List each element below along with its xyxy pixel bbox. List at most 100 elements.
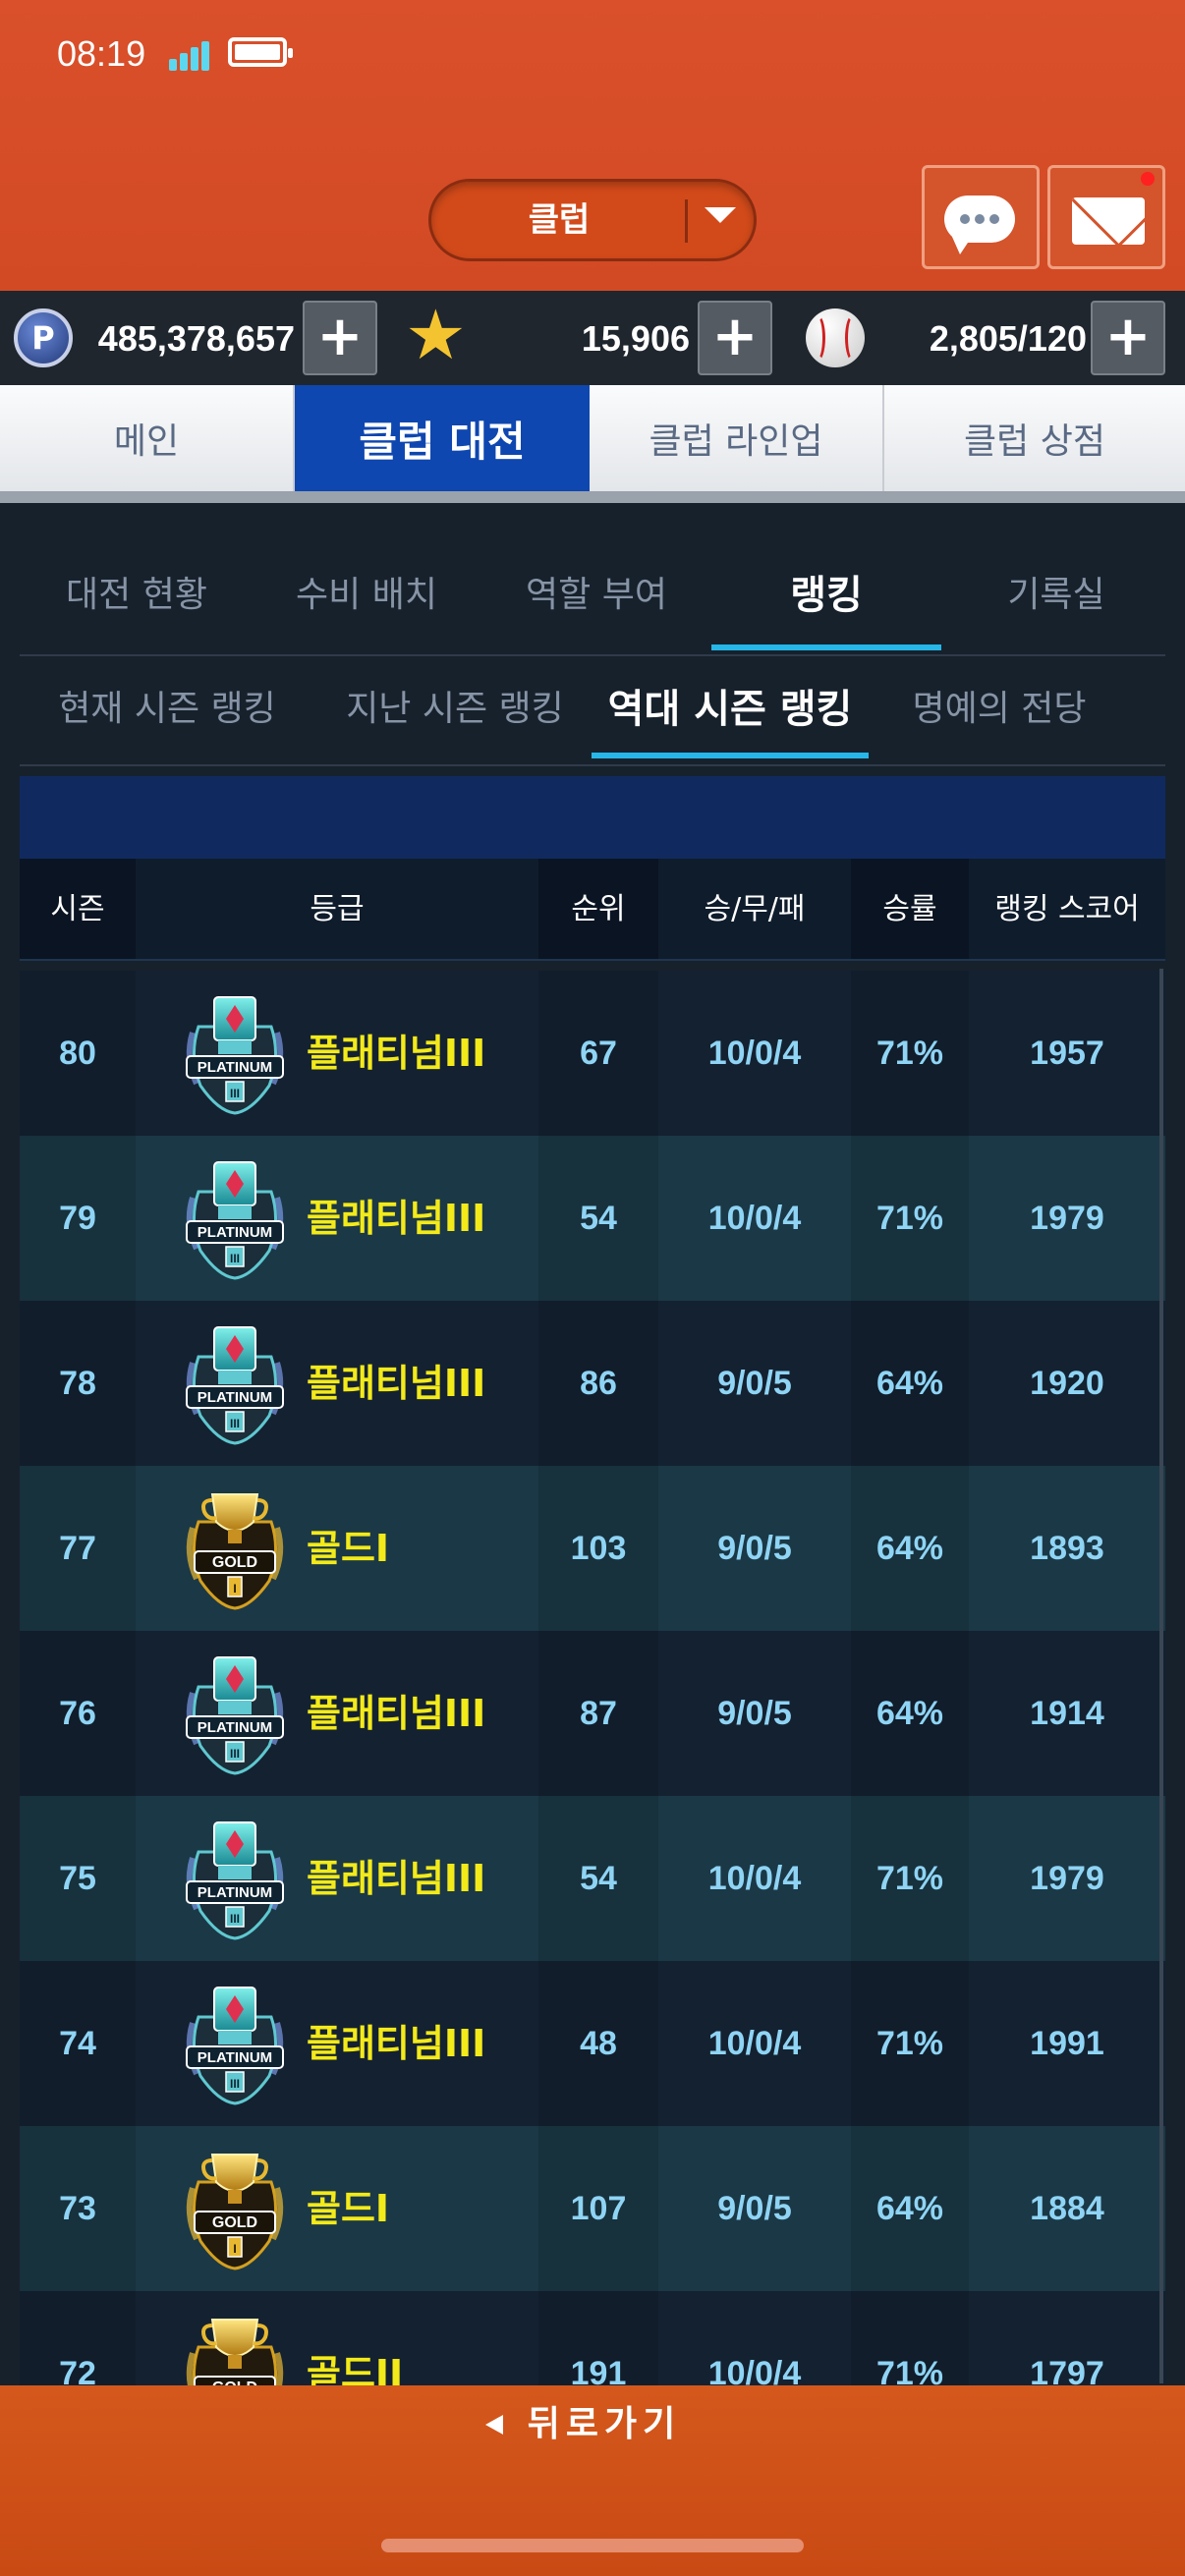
svg-text:I: I bbox=[233, 1582, 236, 1596]
grade-cell: 골드I bbox=[307, 1527, 390, 1570]
score-cell: 1920 bbox=[1030, 1365, 1104, 1402]
chat-icon bbox=[944, 196, 1015, 254]
table-row: 79 PLATINUM III 플래티넘III 54 10/0/4 71% 1979 bbox=[20, 1136, 1165, 1301]
chevron-down-icon bbox=[705, 207, 736, 223]
score-cell: 1884 bbox=[1030, 2190, 1104, 2227]
rankingtab-last[interactable]: 지난 시즌 랭킹 bbox=[324, 664, 586, 762]
svg-text:PLATINUM: PLATINUM bbox=[198, 1389, 272, 1406]
points-value: 485,378,657 bbox=[97, 318, 295, 359]
grade-cell: 플래티넘III bbox=[307, 1197, 486, 1240]
ranking-table: 80 PLATINUM III 플래티넘III 67 10/0/4 71% 1957 79 bbox=[0, 961, 1185, 2385]
rank-cell: 86 bbox=[580, 1365, 617, 1402]
th-score: 랭킹 스코어 bbox=[994, 892, 1140, 926]
grade-cell: 플래티넘III bbox=[307, 1032, 486, 1075]
rank-cell: 48 bbox=[580, 2025, 617, 2062]
star-icon: ★ bbox=[405, 295, 467, 375]
rank-cell: 67 bbox=[580, 1035, 617, 1072]
season-cell: 78 bbox=[59, 1365, 96, 1402]
svg-text:III: III bbox=[230, 2077, 240, 2091]
add-stars-button[interactable]: + bbox=[698, 301, 772, 375]
status-time: 08:19 bbox=[57, 33, 146, 74]
club-dropdown[interactable]: 클럽 bbox=[428, 179, 757, 261]
table-row: 75 PLATINUM III 플래티넘III 54 10/0/4 71% 1979 bbox=[20, 1796, 1165, 1961]
chat-button[interactable] bbox=[922, 165, 1040, 269]
score-cell: 1979 bbox=[1030, 1200, 1104, 1237]
subtab-ranking[interactable]: 랭킹 bbox=[711, 546, 941, 650]
th-win-rate: 승률 bbox=[851, 859, 969, 961]
platinum-badge-icon: PLATINUM III bbox=[179, 1813, 291, 1944]
tab-club-lineup[interactable]: 클럽 라인업 bbox=[590, 385, 884, 503]
svg-text:III: III bbox=[230, 1417, 240, 1430]
season-cell: 75 bbox=[59, 1860, 96, 1897]
svg-text:PLATINUM: PLATINUM bbox=[198, 1059, 272, 1076]
grade-cell: 골드I bbox=[307, 2187, 390, 2230]
record-cell: 9/0/5 bbox=[717, 1365, 792, 1402]
th-rank: 순위 bbox=[538, 859, 658, 961]
season-cell: 80 bbox=[59, 1035, 96, 1072]
grade-cell: 플래티넘III bbox=[307, 1692, 486, 1735]
table-row: 74 PLATINUM III 플래티넘III 48 10/0/4 71% 1991 bbox=[20, 1961, 1165, 2126]
svg-text:PLATINUM: PLATINUM bbox=[198, 1719, 272, 1736]
score-cell: 1914 bbox=[1030, 1695, 1104, 1732]
grade-cell: 플래티넘III bbox=[307, 1362, 486, 1405]
rankingtab-hall-of-fame[interactable]: 명예의 전당 bbox=[890, 664, 1108, 762]
add-points-button[interactable]: + bbox=[303, 301, 377, 375]
balls-value: 2,805/120 bbox=[929, 318, 1087, 359]
svg-text:III: III bbox=[230, 1252, 240, 1265]
subtab-defense[interactable]: 수비 배치 bbox=[252, 546, 481, 644]
subtab-battle-status[interactable]: 대전 현황 bbox=[22, 546, 252, 644]
home-indicator[interactable] bbox=[381, 2539, 804, 2552]
mail-icon bbox=[1072, 197, 1145, 245]
rankingtab-current[interactable]: 현재 시즌 랭킹 bbox=[39, 664, 295, 762]
season-cell: 77 bbox=[59, 1530, 96, 1567]
table-row: 73 GOLD I 골드I 107 9/0/5 64% 1884 bbox=[20, 2126, 1165, 2291]
table-row: 72 GOLD I 골드II 191 10/0/4 71% 1797 bbox=[20, 2291, 1165, 2385]
subtab-records[interactable]: 기록실 bbox=[941, 546, 1171, 644]
rank-cell: 54 bbox=[580, 1200, 617, 1237]
score-cell: 1797 bbox=[1030, 2355, 1104, 2385]
rank-cell: 87 bbox=[580, 1695, 617, 1732]
table-row: 78 PLATINUM III 플래티넘III 86 9/0/5 64% 1920 bbox=[20, 1301, 1165, 1466]
svg-text:I: I bbox=[233, 2242, 236, 2256]
tab-club-battle[interactable]: 클럽 대전 bbox=[295, 385, 590, 503]
rankingtab-all-time[interactable]: 역대 시즌 랭킹 bbox=[592, 664, 869, 762]
record-cell: 10/0/4 bbox=[707, 1035, 802, 1072]
gold-badge-icon: GOLD I bbox=[179, 2308, 291, 2385]
rank-cell: 103 bbox=[570, 1530, 627, 1567]
mail-button[interactable] bbox=[1047, 165, 1165, 269]
record-cell: 10/0/4 bbox=[707, 2025, 802, 2062]
tab-main[interactable]: 메인 bbox=[0, 385, 295, 503]
win-rate-cell: 64% bbox=[875, 2190, 944, 2227]
grade-cell: 플래티넘III bbox=[307, 2022, 486, 2065]
season-cell: 73 bbox=[59, 2190, 96, 2227]
score-cell: 1979 bbox=[1030, 1860, 1104, 1897]
score-cell: 1957 bbox=[1030, 1035, 1104, 1072]
win-rate-cell: 64% bbox=[875, 1530, 944, 1567]
grade-cell: 플래티넘III bbox=[307, 1857, 486, 1900]
season-cell: 74 bbox=[59, 2025, 96, 2062]
svg-text:GOLD: GOLD bbox=[212, 2214, 257, 2231]
svg-text:III: III bbox=[230, 1747, 240, 1761]
th-season: 시즌 bbox=[20, 859, 136, 961]
scrollbar[interactable] bbox=[1159, 969, 1163, 2383]
subtab-roles[interactable]: 역할 부여 bbox=[481, 546, 711, 644]
svg-text:PLATINUM: PLATINUM bbox=[198, 1224, 272, 1241]
win-rate-cell: 71% bbox=[875, 1035, 944, 1072]
back-button[interactable]: 뒤로가기 bbox=[472, 2393, 717, 2456]
record-cell: 10/0/4 bbox=[707, 1860, 802, 1897]
platinum-badge-icon: PLATINUM III bbox=[179, 1978, 291, 2109]
th-record: 승/무/패 bbox=[704, 892, 806, 926]
svg-text:PLATINUM: PLATINUM bbox=[198, 2049, 272, 2066]
season-cell: 72 bbox=[59, 2355, 96, 2385]
gold-badge-icon: GOLD I bbox=[179, 2143, 291, 2274]
win-rate-cell: 71% bbox=[875, 1200, 944, 1237]
th-grade: 등급 bbox=[310, 892, 365, 926]
svg-text:III: III bbox=[230, 1087, 240, 1100]
baseball-icon bbox=[806, 308, 865, 367]
notification-dot bbox=[1141, 172, 1155, 186]
record-cell: 9/0/5 bbox=[717, 2190, 792, 2227]
svg-text:PLATINUM: PLATINUM bbox=[198, 1884, 272, 1901]
add-balls-button[interactable]: + bbox=[1091, 301, 1165, 375]
tab-club-shop[interactable]: 클럽 상점 bbox=[884, 385, 1185, 503]
table-row: 76 PLATINUM III 플래티넘III 87 9/0/5 64% 1914 bbox=[20, 1631, 1165, 1796]
